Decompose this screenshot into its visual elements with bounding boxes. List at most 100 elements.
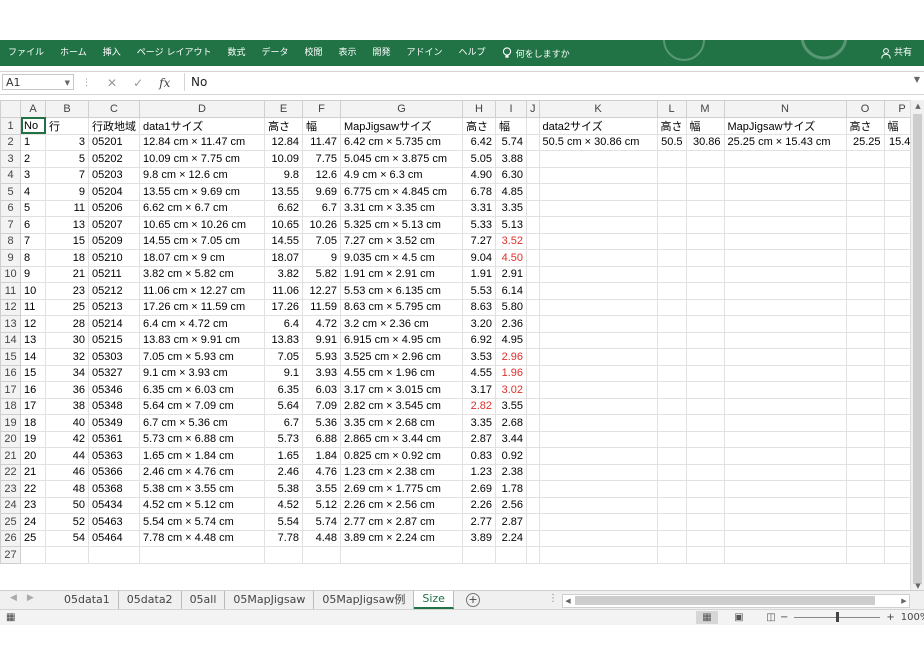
row-header[interactable]: 2 <box>0 133 21 151</box>
column-header[interactable]: L <box>656 100 687 118</box>
cell[interactable]: 3.53 <box>462 348 496 366</box>
cell[interactable]: 10.09 cm × 7.75 cm <box>139 150 265 168</box>
cell[interactable]: 05202 <box>88 150 140 168</box>
cell[interactable] <box>526 430 540 448</box>
cell[interactable]: 20 <box>20 447 46 465</box>
cell[interactable]: 2.77 cm × 2.87 cm <box>340 513 463 531</box>
cell[interactable]: 5.80 <box>495 298 527 316</box>
cell[interactable] <box>685 315 725 333</box>
cell[interactable]: MapJigsawサイズ <box>723 116 847 135</box>
cell[interactable]: 2.87 <box>462 430 496 448</box>
cell[interactable] <box>685 166 725 184</box>
cell[interactable] <box>723 513 847 531</box>
cell[interactable]: 10.65 cm × 10.26 cm <box>139 216 265 234</box>
cell[interactable] <box>845 232 885 250</box>
share-button[interactable]: 共有 <box>881 40 912 66</box>
cell[interactable]: 9.69 <box>302 183 341 201</box>
cell[interactable] <box>538 414 658 432</box>
cell[interactable]: 25 <box>20 529 46 547</box>
row-header[interactable]: 25 <box>0 513 21 531</box>
cell[interactable]: 32 <box>45 348 89 366</box>
cell[interactable] <box>656 315 687 333</box>
cell[interactable]: 4.48 <box>302 529 341 547</box>
cell[interactable]: 7.05 cm × 5.93 cm <box>139 348 265 366</box>
cell[interactable] <box>538 364 658 382</box>
cell[interactable] <box>264 546 303 564</box>
cell[interactable] <box>723 315 847 333</box>
cell[interactable] <box>685 199 725 217</box>
formula-input[interactable]: No <box>184 73 908 91</box>
cell[interactable]: 13.55 <box>264 183 303 201</box>
cell[interactable] <box>538 183 658 201</box>
cell[interactable]: 4.55 cm × 1.96 cm <box>340 364 463 382</box>
cell[interactable] <box>656 381 687 399</box>
cell[interactable] <box>845 249 885 267</box>
cell[interactable]: 2.36 <box>495 315 527 333</box>
cell[interactable]: 4.50 <box>495 249 527 267</box>
cell[interactable]: 2.82 cm × 3.545 cm <box>340 397 463 415</box>
sheet-prev-icon[interactable]: ◀ <box>10 593 17 603</box>
zoom-knob[interactable] <box>836 612 840 622</box>
cell[interactable] <box>723 496 847 514</box>
cell[interactable]: 3.20 <box>462 315 496 333</box>
cell[interactable] <box>538 150 658 168</box>
cell[interactable]: 11 <box>20 298 46 316</box>
cell[interactable]: 6.7 cm × 5.36 cm <box>139 414 265 432</box>
cell[interactable] <box>656 232 687 250</box>
cell[interactable] <box>656 150 687 168</box>
cell[interactable] <box>845 298 885 316</box>
cell[interactable] <box>845 364 885 382</box>
sheet-tab[interactable]: 05data2 <box>119 591 182 609</box>
column-header[interactable]: I <box>495 100 527 118</box>
cell[interactable]: 13.83 <box>264 331 303 349</box>
cell[interactable]: 13 <box>20 331 46 349</box>
cell[interactable]: 5.38 cm × 3.55 cm <box>139 480 265 498</box>
cell[interactable]: 6.4 cm × 4.72 cm <box>139 315 265 333</box>
cell[interactable]: 05201 <box>88 133 140 151</box>
cell[interactable] <box>526 282 540 300</box>
row-header[interactable]: 12 <box>0 298 21 316</box>
column-header[interactable]: K <box>538 100 658 118</box>
cell[interactable]: 14 <box>20 348 46 366</box>
cell[interactable]: 2.69 <box>462 480 496 498</box>
row-header[interactable]: 7 <box>0 216 21 234</box>
cell[interactable] <box>526 381 540 399</box>
cell[interactable]: 0.83 <box>462 447 496 465</box>
cell[interactable] <box>845 414 885 432</box>
page-layout-view-icon[interactable]: ▣ <box>728 611 750 624</box>
cell[interactable] <box>685 430 725 448</box>
row-header[interactable]: 9 <box>0 249 21 267</box>
cell[interactable]: 5.325 cm × 5.13 cm <box>340 216 463 234</box>
cell[interactable]: 05366 <box>88 463 140 481</box>
cell[interactable]: 6.62 <box>264 199 303 217</box>
row-header[interactable]: 20 <box>0 430 21 448</box>
cell[interactable] <box>723 397 847 415</box>
cell[interactable]: 7.78 <box>264 529 303 547</box>
cell[interactable]: 5.74 <box>495 133 527 151</box>
cell[interactable]: 5.13 <box>495 216 527 234</box>
cell[interactable]: 2.91 <box>495 265 527 283</box>
cell[interactable]: 24 <box>20 513 46 531</box>
cell[interactable] <box>656 447 687 465</box>
cell[interactable]: 22 <box>20 480 46 498</box>
cell[interactable]: 2.77 <box>462 513 496 531</box>
cell[interactable] <box>723 364 847 382</box>
column-header[interactable]: B <box>45 100 89 118</box>
zoom-out-icon[interactable]: − <box>780 612 788 623</box>
cell[interactable]: 34 <box>45 364 89 382</box>
cell[interactable]: 3.02 <box>495 381 527 399</box>
cell[interactable] <box>685 529 725 547</box>
cell[interactable]: 3.525 cm × 2.96 cm <box>340 348 463 366</box>
cell[interactable]: 7 <box>45 166 89 184</box>
cell[interactable]: 10 <box>20 282 46 300</box>
cell[interactable] <box>723 249 847 267</box>
cell[interactable]: 4.85 <box>495 183 527 201</box>
cell[interactable]: 6.14 <box>495 282 527 300</box>
cell[interactable] <box>723 381 847 399</box>
cell[interactable]: 高さ <box>845 116 885 135</box>
cell[interactable] <box>685 546 725 564</box>
cell[interactable]: 13.55 cm × 9.69 cm <box>139 183 265 201</box>
cell[interactable] <box>685 513 725 531</box>
cell[interactable]: 17.26 <box>264 298 303 316</box>
horizontal-scrollbar[interactable]: ◀ ▶ <box>562 594 910 608</box>
